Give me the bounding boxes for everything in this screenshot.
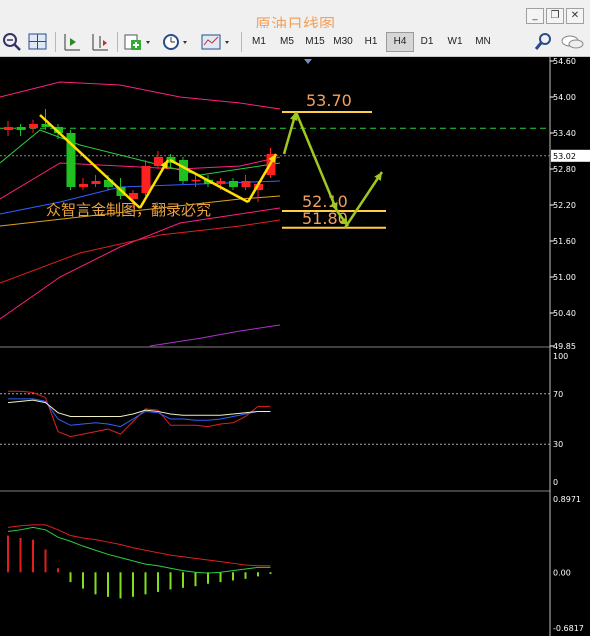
osc-tick-label: 70: [553, 390, 563, 399]
timeframe-w1[interactable]: W1: [442, 33, 468, 51]
chart-area[interactable]: 54.60 54.00 53.40 52.80 52.20 51.60 51.00 50.40…: [0, 57, 590, 636]
candle-body: [216, 181, 226, 184]
candle-body: [29, 124, 38, 129]
toolbar: M1 M5 M15 M30 H1 H4 D1 W1 MN: [0, 28, 590, 57]
timeframe-h1[interactable]: H1: [358, 33, 384, 51]
candle-body: [229, 181, 238, 187]
y-tick-label: 54.00: [553, 93, 576, 102]
timeframe-m30[interactable]: M30: [330, 33, 356, 51]
y-tick-label: 51.00: [553, 273, 576, 282]
candle-body: [241, 181, 251, 187]
macd-main-line: [7, 526, 271, 574]
timeframe-m5[interactable]: M5: [274, 33, 300, 51]
new-indicator-icon[interactable]: [123, 32, 153, 52]
zoom-out-icon[interactable]: [2, 32, 22, 52]
title-bar: 原油日线图 _ ❐ ✕: [0, 0, 590, 34]
osc-tick-label: 30: [553, 440, 563, 449]
y-tick-label: 49.85: [553, 342, 576, 351]
price-level-label: 53.70: [306, 91, 352, 110]
macd-tick-label: 0.00: [553, 568, 571, 577]
timeframe-h4[interactable]: H4: [386, 32, 414, 52]
osc-tick-label: 0: [553, 478, 558, 487]
close-button[interactable]: ✕: [566, 8, 584, 24]
window-controls: _ ❐ ✕: [526, 8, 584, 24]
ma-red-line: [0, 219, 281, 284]
macd-tick-label: 0.8971: [553, 495, 581, 504]
minimize-button[interactable]: _: [526, 8, 544, 24]
y-tick-label: 51.60: [553, 237, 576, 246]
timeframe-d1[interactable]: D1: [414, 33, 440, 51]
chart-canvas: 54.60 54.00 53.40 52.80 52.20 51.60 51.00 50.40…: [0, 57, 590, 636]
timeframe-m1[interactable]: M1: [246, 33, 272, 51]
tile-windows-icon[interactable]: [28, 32, 48, 52]
y-tick-label: 53.40: [553, 129, 576, 138]
templates-icon[interactable]: [201, 32, 233, 52]
candle-body: [91, 181, 101, 184]
bollinger-lower-line: [0, 207, 281, 320]
y-tick-label: 50.40: [553, 309, 576, 318]
candle-body: [141, 166, 151, 193]
candle-body: [4, 127, 13, 130]
candle-body: [179, 160, 188, 181]
restore-button[interactable]: ❐: [546, 8, 564, 24]
y-tick-label: 52.20: [553, 201, 576, 210]
timeframe-mn[interactable]: MN: [470, 33, 496, 51]
shift-marker: [304, 59, 312, 64]
chart-shift-icon[interactable]: [90, 32, 110, 52]
candle-body: [191, 179, 201, 182]
current-price-label: 53.02: [553, 152, 576, 161]
y-tick-label: 52.80: [553, 165, 576, 174]
chat-icon[interactable]: [560, 32, 586, 52]
bollinger-upper-line: [0, 81, 281, 110]
auto-scroll-icon[interactable]: [62, 32, 82, 52]
watermark-annotation: 众智言金制图，翻录必究: [46, 201, 211, 219]
bollinger-middle-line: [0, 156, 281, 200]
ma-green-line: [0, 129, 281, 176]
search-icon[interactable]: [534, 32, 554, 52]
periodicity-icon[interactable]: [162, 32, 192, 52]
green-arrow: [343, 171, 384, 229]
timeframe-m15[interactable]: M15: [302, 33, 328, 51]
y-tick-label: 54.60: [553, 57, 576, 66]
candle-body: [79, 184, 88, 187]
macd-tick-label: -0.6817: [553, 624, 584, 633]
ma-purple-line: [149, 324, 281, 347]
osc-tick-label: 100: [553, 352, 568, 361]
candle-body: [16, 127, 26, 130]
